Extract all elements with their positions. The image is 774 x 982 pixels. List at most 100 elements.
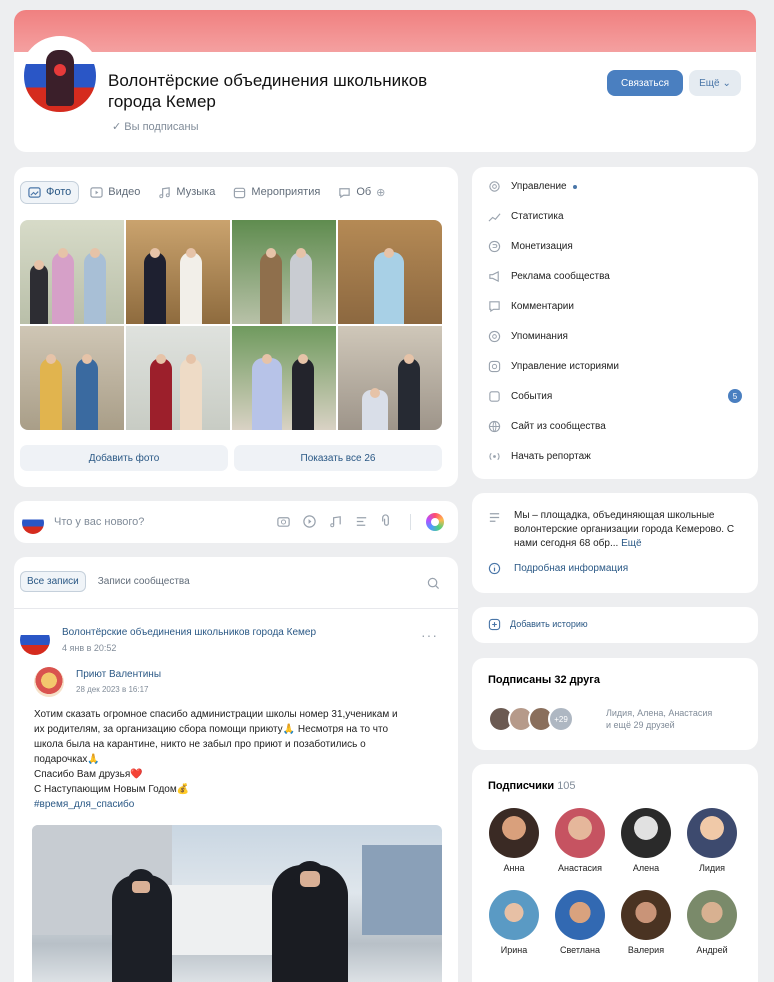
subscriber-name: Анастасия [558,863,602,873]
post-menu-icon[interactable]: ··· [421,627,438,643]
cover-image [14,10,756,56]
post-composer[interactable]: Что у вас нового? [14,501,458,543]
ai-assistant-icon[interactable] [426,513,444,531]
poll-icon[interactable] [354,514,369,529]
tab-music[interactable]: Музыка [151,182,222,203]
details-link[interactable]: Подробная информация [514,563,628,574]
subscriber-item[interactable]: Анна [486,808,542,873]
video-icon [90,186,103,198]
friends-names-line: и ещё 29 друзей [606,720,675,730]
add-story-card[interactable]: Добавить историю [472,607,758,643]
menu-label: Монетизация [511,241,573,252]
post-author[interactable]: Волонтёрские объединения школьников горо… [62,627,316,638]
wall-feed: Все записи Записи сообщества Волонтёрски… [14,557,458,982]
menu-stories[interactable]: Управление историями [488,360,619,373]
friends-names: Лидия, Алена, Анастасия и ещё 29 друзей [606,707,746,731]
subscriber-name: Валерия [627,945,665,955]
more-label: Ещё [699,77,720,89]
add-photo-button[interactable]: Добавить фото [20,445,228,471]
tab-all-posts[interactable]: Все записи [20,571,86,592]
menu-label: Сайт из сообщества [511,421,606,432]
tab-label: Музыка [176,186,216,198]
show-all-photos-button[interactable]: Показать все 26 [234,445,442,471]
composer-placeholder[interactable]: Что у вас нового? [54,516,144,528]
photo-grid [20,220,442,430]
menu-monetization[interactable]: Монетизация [488,240,573,253]
menu-site[interactable]: Сайт из сообщества [488,420,606,433]
globe-icon [488,420,501,433]
tab-label: Видео [108,186,141,198]
tab-discussions[interactable]: Об ⊕ [331,182,392,203]
menu-events[interactable]: События [488,390,552,403]
friends-names-line: Лидия, Алена, Анастасия [606,708,713,718]
at-icon [488,330,501,343]
subscriber-item[interactable]: Лидия [684,808,740,873]
media-actions: Добавить фото Показать все 26 [20,445,442,471]
contact-button[interactable]: Связаться [607,70,683,96]
photo-thumb[interactable] [20,326,124,430]
post-photo[interactable] [32,825,442,982]
subscribers-count: 105 [557,780,576,792]
comment-icon [489,301,500,313]
photo-thumb[interactable] [232,220,336,324]
menu-mentions[interactable]: Упоминания [488,330,568,343]
about-text: Мы – площадка, объединяющая школьные вол… [514,509,744,551]
hashtag-link[interactable]: #время_для_спасибо [34,797,444,812]
menu-broadcast[interactable]: Начать репортаж [488,450,591,463]
subscribers-label: Подписчики [488,780,555,792]
title-line-2: города Кемер [108,92,216,111]
friends-card[interactable]: Подписаны 32 друга +29 Лидия, Алена, Ана… [472,658,758,750]
tab-photos[interactable]: Фото [20,180,80,204]
photo-thumb[interactable] [232,326,336,430]
community-avatar[interactable] [20,36,100,116]
subscribed-status[interactable]: ✓ Вы подписаны [112,120,199,133]
menu-ads[interactable]: Реклама сообщества [488,270,610,283]
menu-label: Статистика [511,211,564,222]
subscriber-item[interactable]: Алена [618,808,674,873]
subscriber-item[interactable]: Ирина [486,890,542,955]
music-icon [159,186,171,198]
menu-label: Начать репортаж [511,451,591,462]
menu-label: Управление историями [511,361,620,372]
friends-title: Подписаны 32 друга [488,674,600,686]
subscriber-name: Светлана [559,945,601,955]
menu-label: Упоминания [511,331,568,342]
photo-thumb[interactable] [126,220,230,324]
camera-icon[interactable] [276,514,291,529]
subscribers-title[interactable]: Подписчики 105 [488,780,576,792]
repost-author[interactable]: Приют Валентины [76,669,161,680]
tab-video[interactable]: Видео [83,182,147,203]
menu-manage[interactable]: Управление [488,180,577,193]
more-tabs-icon[interactable]: ⊕ [376,186,385,199]
video-icon[interactable] [302,514,317,529]
subscriber-item[interactable]: Валерия [618,890,674,955]
subscriber-name: Лидия [698,863,726,873]
post-author-avatar[interactable] [20,625,50,655]
menu-comments[interactable]: Комментарии [488,300,574,313]
post-date[interactable]: 4 янв в 20:52 [62,643,116,653]
repost-author-avatar[interactable] [34,667,64,697]
about-more-link[interactable]: Ещё [621,538,641,549]
music-icon[interactable] [328,514,343,529]
event-icon [489,391,500,402]
photo-thumb[interactable] [20,220,124,324]
add-story-icon [488,618,501,631]
subscriber-item[interactable]: Светлана [552,890,608,955]
tab-community-posts[interactable]: Записи сообщества [98,576,190,587]
subscriber-item[interactable]: Андрей [684,890,740,955]
menu-label: Управление [511,181,567,192]
subscriber-item[interactable]: Анастасия [552,808,608,873]
post-text: Хотим сказать огромное спасибо администр… [34,707,444,812]
subscribed-label: Вы подписаны [124,121,199,133]
photo-thumb[interactable] [126,326,230,430]
photo-thumb[interactable] [338,326,442,430]
clip-icon[interactable] [378,514,393,529]
search-icon[interactable] [427,577,440,590]
calendar-icon [234,187,246,198]
post-text-line: подарочках🙏 [34,754,100,765]
photo-thumb[interactable] [338,220,442,324]
repost-date[interactable]: 28 дек 2023 в 16:17 [76,685,148,694]
menu-statistics[interactable]: Статистика [488,210,564,223]
tab-events[interactable]: Мероприятия [226,182,327,203]
more-button[interactable]: Ещё ⌄ [689,70,741,96]
